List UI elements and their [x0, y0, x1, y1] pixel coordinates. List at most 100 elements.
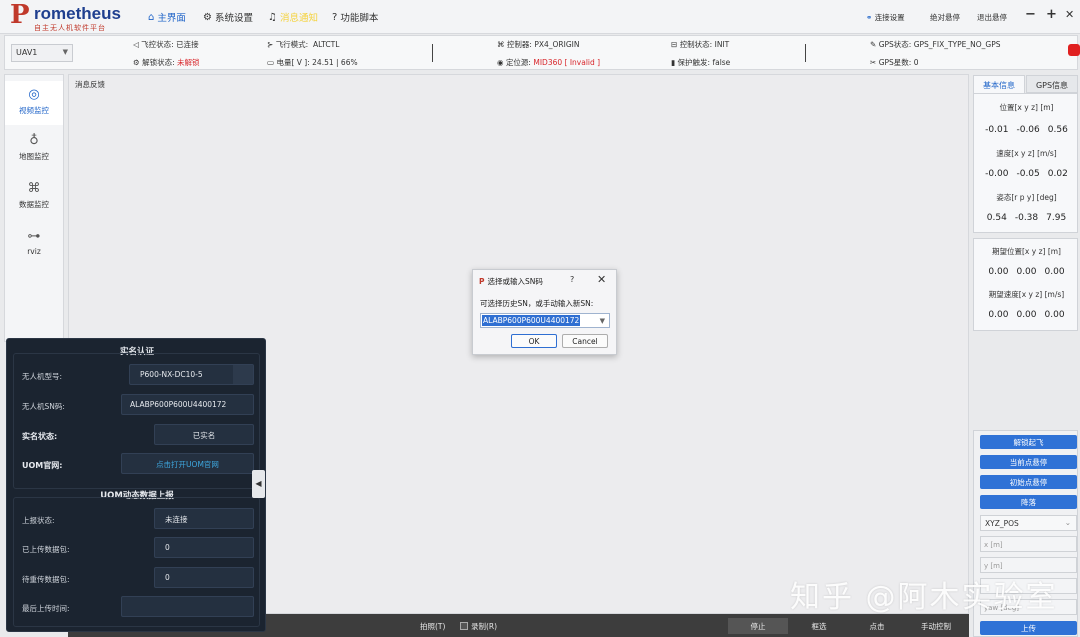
sn-combobox[interactable]: ALABP600P600U4400172 ▼ — [480, 313, 610, 328]
menu-scripts[interactable]: ? 功能脚本 — [332, 10, 378, 25]
rviz-icon: ⊶ — [27, 229, 41, 244]
shield-icon: ▮ — [671, 58, 676, 67]
exp-pos-x: 0.00 — [988, 267, 1009, 277]
attitude-label: 姿态[r p y] [deg] — [996, 193, 1057, 202]
lock-icon: ⚙ — [133, 58, 140, 67]
emergency-stop-button[interactable] — [1068, 44, 1080, 56]
verify-label: 实名状态: — [22, 432, 58, 441]
pos-y: -0.06 — [1016, 125, 1040, 135]
sidebar-item-rviz[interactable]: ⊶ rviz — [5, 227, 63, 263]
uom-link-button[interactable]: 点击打开UOM官网 — [121, 453, 254, 474]
mode-select[interactable]: XYZ_POS ⌄ — [980, 515, 1077, 531]
divider — [805, 44, 806, 62]
ok-button[interactable]: OK — [511, 334, 557, 348]
sn-combobox-value: ALABP600P600U4400172 — [482, 315, 581, 326]
manual-control-button[interactable]: 手动控制 — [906, 618, 966, 634]
last-upload-time — [121, 596, 254, 617]
position-source: ◉ 定位源: MID360 [ Invalid ] — [497, 57, 600, 68]
sn-dialog: P 选择或输入SN码 ? ✕ 可选择历史SN，或手动输入新SN: ALABP600… — [472, 269, 617, 355]
cancel-button[interactable]: Cancel — [562, 334, 608, 348]
chevron-down-icon: ▼ — [62, 48, 68, 56]
dropdown-toggle[interactable] — [233, 365, 253, 384]
select-box-button[interactable]: 框选 — [792, 618, 846, 634]
bell-icon: ♫ — [268, 11, 277, 23]
gear-icon: ⚙ — [203, 11, 212, 23]
gps-status-label: GPS状态: — [878, 40, 912, 49]
tab-gps-info[interactable]: GPS信息 — [1026, 75, 1078, 93]
model-value: P600-NX-DC10-5 — [140, 370, 203, 379]
controller-label: 控制器: — [506, 40, 532, 49]
expected-panel: 期望位置[x y z] [m] 0.00 0.00 0.00 期望速度[x y z]… — [973, 238, 1078, 331]
model-select[interactable]: P600-NX-DC10-5 — [129, 364, 254, 385]
battery: ▭ 电量[ V ]: 24.51 | 66% — [267, 57, 358, 68]
menu-settings-label: 系统设置 — [214, 13, 253, 24]
menu-alerts[interactable]: ♫ 消息通知 — [268, 10, 318, 25]
current-hover-button[interactable]: 当前点悬停 — [980, 455, 1077, 469]
uav-select[interactable]: UAV1 ▼ — [11, 44, 73, 62]
message-feedback-title: 消息反馈 — [75, 80, 105, 89]
protect-value: false — [712, 58, 731, 67]
att-y: 7.95 — [1046, 213, 1067, 223]
battery-icon: ▭ — [267, 58, 275, 67]
menu-home-label: 主界面 — [157, 13, 186, 24]
pos-z: 0.56 — [1047, 125, 1068, 135]
gps-status: ✎ GPS状态: GPS_FIX_TYPE_NO_GPS — [870, 39, 1001, 50]
exit-hover-button[interactable]: 退出悬停 — [977, 12, 1007, 23]
logo-letter: P — [10, 0, 30, 30]
menu-settings[interactable]: ⚙ 系统设置 — [203, 10, 253, 25]
drone-icon: ⌘ — [27, 181, 41, 196]
sn-field[interactable]: ALABP600P600U4400172 — [121, 394, 254, 415]
satellite-icon: ✎ — [870, 40, 877, 49]
flight-status-value: 已连接 — [176, 40, 199, 49]
position-label: 位置[x y z] [m] — [999, 103, 1054, 112]
click-button[interactable]: 点击 — [850, 618, 904, 634]
record-checkbox[interactable] — [460, 622, 468, 630]
y-input[interactable]: y [m] — [980, 557, 1077, 573]
record-label: 录制(R) — [471, 622, 498, 631]
map-pin-icon: ♁ — [29, 133, 39, 148]
control-state-value: INIT — [714, 40, 730, 49]
model-label: 无人机型号: — [22, 372, 63, 381]
close-icon[interactable]: ✕ — [1065, 8, 1074, 21]
menu-home[interactable]: ⌂ 主界面 — [148, 10, 186, 25]
lock-status-label: 解锁状态: — [142, 58, 175, 67]
connect-settings-link[interactable]: ⚭ 连接设置 — [866, 12, 905, 23]
absolute-hover-button[interactable]: 绝对悬停 — [930, 12, 960, 23]
collapse-panel-button[interactable]: ◀ — [252, 470, 265, 498]
last-upload-label: 最后上传时间: — [22, 604, 70, 613]
exp-pos-y: 0.00 — [1016, 267, 1037, 277]
logo-name: rometheus — [34, 4, 121, 23]
logo-subtitle: 自主无人机软件平台 — [34, 24, 106, 32]
connect-settings-label: 连接设置 — [874, 13, 905, 22]
upload-button[interactable]: 上传 — [980, 621, 1077, 635]
attitude-values: 0.54 -0.38 7.95 — [974, 213, 1079, 223]
record-toggle[interactable]: 录制(R) — [460, 621, 497, 632]
watermark: 知乎 @阿木实验室 — [790, 580, 1058, 615]
sidebar-item-data[interactable]: ⌘ 数据监控 — [5, 179, 63, 219]
app-icon: P — [479, 277, 485, 286]
photo-button[interactable]: 拍照(T) — [420, 621, 445, 632]
velocity-label: 速度[x y z] [m/s] — [996, 149, 1057, 158]
lock-status: ⚙ 解锁状态: 未解锁 — [133, 57, 200, 68]
help-icon[interactable]: ? — [570, 275, 574, 284]
report-status-label: 上报状态: — [22, 516, 55, 525]
land-button[interactable]: 降落 — [980, 495, 1077, 509]
tab-basic-info[interactable]: 基本信息 — [973, 75, 1025, 93]
x-input[interactable]: x [m] — [980, 536, 1077, 552]
vel-z: 0.02 — [1047, 169, 1068, 179]
velocity-values: -0.00 -0.05 0.02 — [974, 169, 1079, 179]
minimize-icon[interactable]: − — [1025, 7, 1036, 22]
maximize-icon[interactable]: + — [1046, 7, 1057, 22]
sidebar: ◎ 视频监控 ♁ 地图监控 ⌘ 数据监控 ⊶ rviz — [4, 74, 64, 342]
chevron-down-icon: ⌄ — [1064, 518, 1071, 527]
control-state: ⊟ 控制状态: INIT — [671, 39, 729, 50]
real-name-panel: 实名认证 无人机型号: P600-NX-DC10-5 无人机SN码: ALABP… — [6, 338, 266, 632]
sidebar-item-label: rviz — [27, 247, 41, 256]
initial-hover-button[interactable]: 初始点悬停 — [980, 475, 1077, 489]
close-icon[interactable]: ✕ — [597, 273, 606, 286]
expected-position-values: 0.00 0.00 0.00 — [974, 267, 1079, 277]
sidebar-item-map[interactable]: ♁ 地图监控 — [5, 131, 63, 171]
stop-button[interactable]: 停止 — [728, 618, 788, 634]
unlock-takeoff-button[interactable]: 解锁起飞 — [980, 435, 1077, 449]
sidebar-item-video[interactable]: ◎ 视频监控 — [5, 81, 63, 125]
